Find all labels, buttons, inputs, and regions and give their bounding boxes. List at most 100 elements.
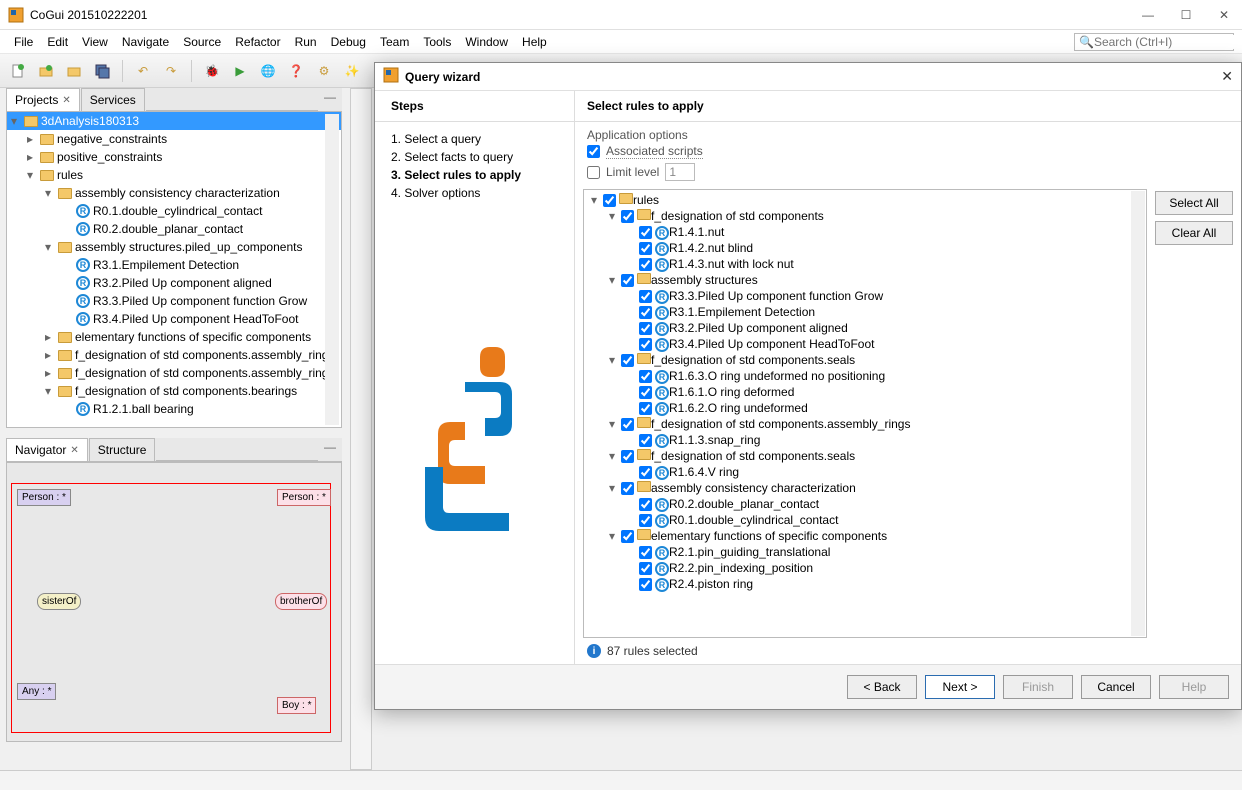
menu-team[interactable]: Team	[374, 33, 415, 51]
help-icon[interactable]: ❓	[284, 59, 308, 83]
twisty-icon[interactable]: ▾	[27, 168, 39, 182]
rule-checkbox[interactable]	[639, 322, 652, 335]
twisty-icon[interactable]: ▾	[45, 240, 57, 254]
twisty-icon[interactable]: ▾	[11, 114, 23, 128]
tree-row[interactable]: RR1.2.1.ball bearing	[7, 400, 341, 418]
search-input[interactable]	[1094, 35, 1242, 49]
menu-window[interactable]: Window	[459, 33, 514, 51]
rule-row[interactable]: R R3.4.Piled Up component HeadToFoot	[586, 336, 1144, 352]
undo-icon[interactable]: ↶	[131, 59, 155, 83]
rule-row[interactable]: R R2.4.piston ring	[586, 576, 1144, 592]
rule-checkbox[interactable]	[639, 386, 652, 399]
rule-checkbox[interactable]	[621, 418, 634, 431]
rule-checkbox[interactable]	[639, 290, 652, 303]
search-box[interactable]: 🔍	[1074, 33, 1234, 51]
rule-row[interactable]: R R1.4.2.nut blind	[586, 240, 1144, 256]
rule-checkbox[interactable]	[621, 274, 634, 287]
rule-row[interactable]: R R1.6.3.O ring undeformed no positionin…	[586, 368, 1144, 384]
minimize-panel-icon[interactable]: —	[318, 88, 342, 111]
rule-checkbox[interactable]	[639, 338, 652, 351]
open-icon[interactable]	[62, 59, 86, 83]
tree-row[interactable]: ▸f_designation of std components.assembl…	[7, 346, 341, 364]
menu-refactor[interactable]: Refactor	[229, 33, 286, 51]
new-project-icon[interactable]	[34, 59, 58, 83]
graph-node[interactable]: Boy : *	[277, 697, 316, 714]
rule-row[interactable]: R R3.1.Empilement Detection	[586, 304, 1144, 320]
close-icon[interactable]: ✕	[62, 95, 70, 106]
rule-checkbox[interactable]	[621, 482, 634, 495]
tree-row[interactable]: ▾assembly consistency characterization	[7, 184, 341, 202]
rule-row[interactable]: R R1.6.4.V ring	[586, 464, 1144, 480]
rule-checkbox[interactable]	[639, 434, 652, 447]
tree-row[interactable]: ▸positive_constraints	[7, 148, 341, 166]
twisty-icon[interactable]: ▾	[45, 384, 57, 398]
rule-checkbox[interactable]	[639, 402, 652, 415]
rule-row[interactable]: R R1.4.3.nut with lock nut	[586, 256, 1144, 272]
menu-run[interactable]: Run	[289, 33, 323, 51]
tree-row[interactable]: RR3.1.Empilement Detection	[7, 256, 341, 274]
twisty-icon[interactable]: ▸	[27, 132, 39, 146]
close-icon[interactable]: ✕	[1221, 68, 1233, 85]
rule-checkbox[interactable]	[639, 498, 652, 511]
tree-row[interactable]: ▾rules	[7, 166, 341, 184]
run-icon[interactable]: ▶	[228, 59, 252, 83]
twisty-icon[interactable]: ▾	[606, 481, 618, 495]
tree-row[interactable]: ▸negative_constraints	[7, 130, 341, 148]
minimize-panel-icon[interactable]: —	[318, 438, 342, 461]
graph-node[interactable]: Any : *	[17, 683, 56, 700]
rule-checkbox[interactable]	[639, 370, 652, 383]
tab-projects[interactable]: Projects✕	[6, 88, 80, 111]
navigator-canvas[interactable]: Person : * Person : * sisterOf brotherOf…	[6, 462, 342, 742]
scrollbar[interactable]	[1131, 191, 1145, 636]
rule-checkbox[interactable]	[639, 306, 652, 319]
limit-level-input[interactable]	[665, 163, 695, 181]
twisty-icon[interactable]: ▾	[606, 353, 618, 367]
tree-row[interactable]: ▾3dAnalysis180313	[7, 112, 341, 130]
graph-node[interactable]: Person : *	[277, 489, 331, 506]
save-all-icon[interactable]	[90, 59, 114, 83]
associated-scripts-checkbox[interactable]	[587, 145, 600, 158]
rule-row[interactable]: ▾ rules	[586, 192, 1144, 208]
twisty-icon[interactable]: ▾	[606, 529, 618, 543]
tree-row[interactable]: ▸f_designation of std components.assembl…	[7, 364, 341, 382]
menu-tools[interactable]: Tools	[417, 33, 457, 51]
rule-row[interactable]: R R1.6.2.O ring undeformed	[586, 400, 1144, 416]
rule-row[interactable]: R R1.4.1.nut	[586, 224, 1144, 240]
rule-row[interactable]: R R1.6.1.O ring deformed	[586, 384, 1144, 400]
rule-checkbox[interactable]	[639, 514, 652, 527]
twisty-icon[interactable]: ▾	[45, 186, 57, 200]
menu-file[interactable]: File	[8, 33, 39, 51]
finish-button[interactable]: Finish	[1003, 675, 1073, 699]
scrollbar[interactable]	[325, 114, 339, 425]
minimize-button[interactable]: —	[1138, 8, 1158, 22]
tree-row[interactable]: RR0.1.double_cylindrical_contact	[7, 202, 341, 220]
rule-row[interactable]: ▾ f_designation of std components.assemb…	[586, 416, 1144, 432]
menu-debug[interactable]: Debug	[325, 33, 372, 51]
redo-icon[interactable]: ↷	[159, 59, 183, 83]
twisty-icon[interactable]: ▾	[588, 193, 600, 207]
rule-checkbox[interactable]	[621, 210, 634, 223]
rule-checkbox[interactable]	[621, 450, 634, 463]
new-file-icon[interactable]	[6, 59, 30, 83]
rule-checkbox[interactable]	[639, 242, 652, 255]
wizard-step[interactable]: 3. Select rules to apply	[391, 166, 558, 184]
wizard-icon[interactable]: ✨	[340, 59, 364, 83]
menu-edit[interactable]: Edit	[41, 33, 74, 51]
rule-checkbox[interactable]	[621, 354, 634, 367]
rule-checkbox[interactable]	[621, 530, 634, 543]
next-button[interactable]: Next >	[925, 675, 995, 699]
close-button[interactable]: ✕	[1214, 8, 1234, 22]
tree-row[interactable]: RR3.4.Piled Up component HeadToFoot	[7, 310, 341, 328]
graph-node[interactable]: sisterOf	[37, 593, 81, 610]
tree-row[interactable]: RR0.2.double_planar_contact	[7, 220, 341, 238]
back-button[interactable]: < Back	[847, 675, 917, 699]
projects-tree[interactable]: ▾3dAnalysis180313▸negative_constraints▸p…	[6, 112, 342, 428]
maximize-button[interactable]: ☐	[1176, 8, 1196, 22]
rule-checkbox[interactable]	[639, 562, 652, 575]
rule-row[interactable]: ▾ assembly consistency characterization	[586, 480, 1144, 496]
rule-checkbox[interactable]	[639, 226, 652, 239]
twisty-icon[interactable]: ▾	[606, 273, 618, 287]
wizard-step[interactable]: 1. Select a query	[391, 130, 558, 148]
rule-row[interactable]: R R2.1.pin_guiding_translational	[586, 544, 1144, 560]
twisty-icon[interactable]: ▸	[27, 150, 39, 164]
